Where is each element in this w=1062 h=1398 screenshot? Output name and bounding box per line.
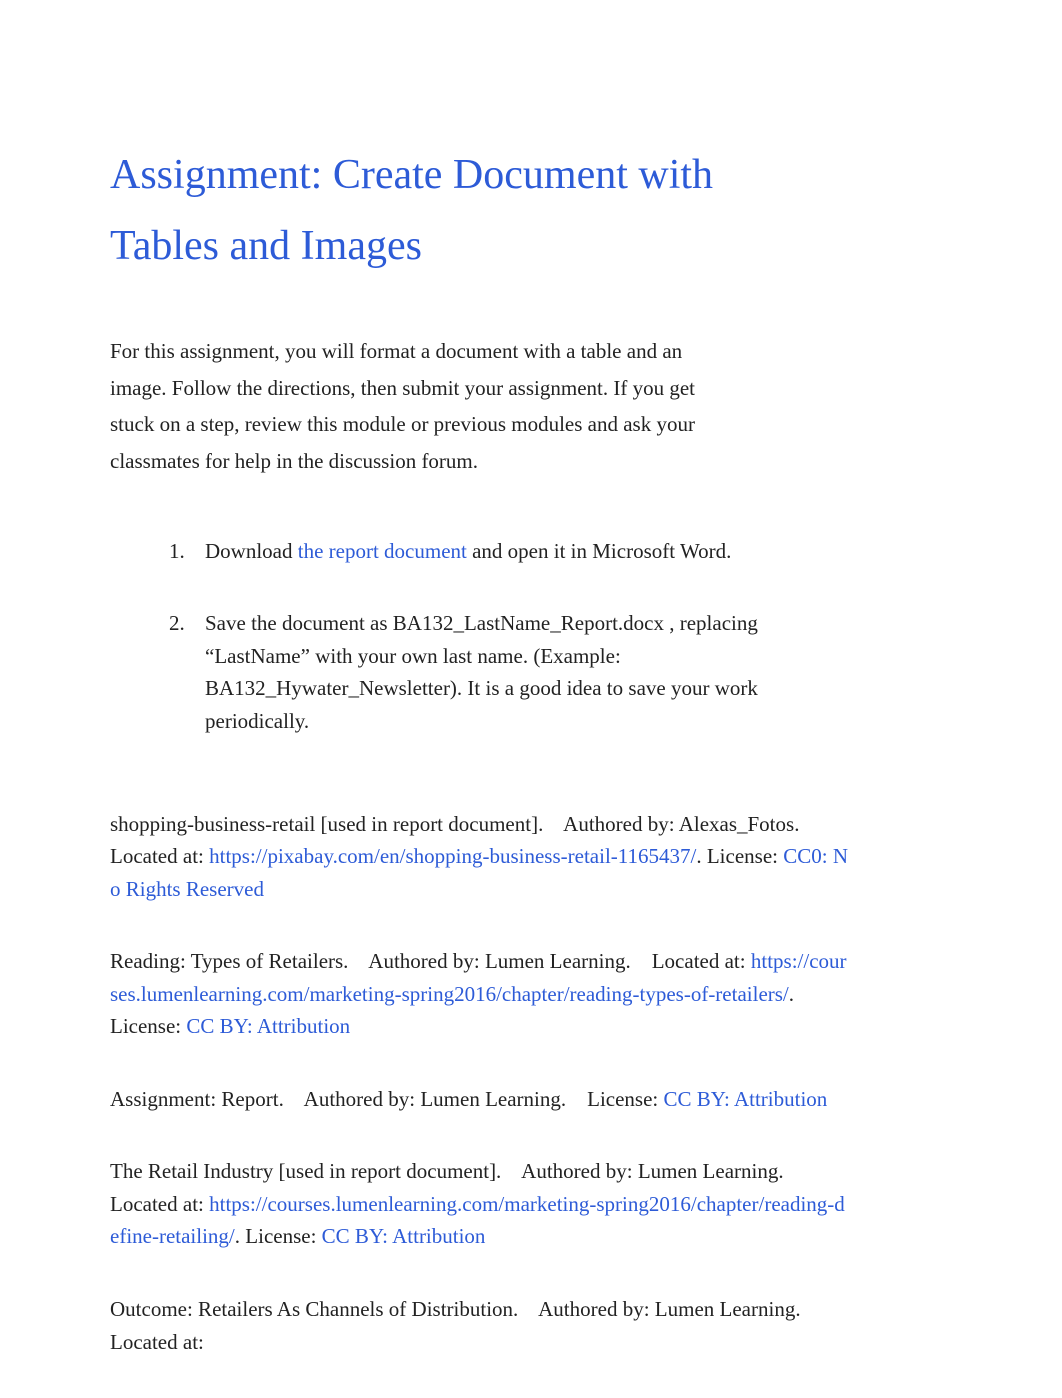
ref-authored-by-label: Authored by bbox=[563, 812, 669, 836]
sep: : bbox=[175, 1014, 186, 1038]
sep: : bbox=[772, 844, 783, 868]
instructions-list: Download the report document and open it… bbox=[170, 535, 952, 738]
reference-item: shopping-business-retail [used in report… bbox=[110, 808, 850, 906]
ref-authored-by-label: Authored by bbox=[304, 1087, 410, 1111]
sep: : bbox=[669, 812, 679, 836]
spacer bbox=[507, 1159, 518, 1183]
sep: : bbox=[474, 949, 485, 973]
report-document-link[interactable]: the report document bbox=[298, 539, 467, 563]
step-2-filename: BA132_LastName_Report.docx bbox=[393, 611, 664, 635]
sep: : bbox=[311, 1224, 322, 1248]
ref-license-link[interactable]: CC BY: Attribution bbox=[664, 1087, 828, 1111]
ref-located-at-label: Located at bbox=[652, 949, 740, 973]
ref-license-link[interactable]: CC BY: Attribution bbox=[186, 1014, 350, 1038]
sep: : bbox=[198, 844, 209, 868]
ref-authored-by-label: Authored by bbox=[538, 1297, 644, 1321]
ref-author: Lumen Learning. bbox=[420, 1087, 566, 1111]
spacer bbox=[549, 812, 560, 836]
ref-location-link[interactable]: https://pixabay.com/en/shopping-business… bbox=[209, 844, 696, 868]
step-2: Save the document as BA132_LastName_Repo… bbox=[190, 607, 785, 737]
ref-name: Reading: Types of Retailers. bbox=[110, 949, 348, 973]
reference-item: Reading: Types of Retailers. Authored by… bbox=[110, 945, 850, 1043]
page-title: Assignment: Create Document with Tables … bbox=[110, 140, 810, 283]
sep: . bbox=[235, 1224, 246, 1248]
step-2-text-before: Save the document as bbox=[205, 611, 393, 635]
spacer bbox=[636, 949, 647, 973]
ref-name: Outcome: Retailers As Channels of Distri… bbox=[110, 1297, 518, 1321]
ref-authored-by-label: Authored by bbox=[368, 949, 474, 973]
sep: : bbox=[198, 1330, 204, 1354]
spacer bbox=[289, 1087, 300, 1111]
spacer bbox=[571, 1087, 582, 1111]
step-1-text-before: Download bbox=[205, 539, 298, 563]
spacer bbox=[354, 949, 365, 973]
reference-item: Assignment: Report. Authored by: Lumen L… bbox=[110, 1083, 850, 1116]
sep: : bbox=[740, 949, 751, 973]
ref-author: Lumen Learning. bbox=[485, 949, 631, 973]
ref-license-link[interactable]: CC BY: Attribution bbox=[322, 1224, 486, 1248]
ref-name: shopping-business-retail [used in report… bbox=[110, 812, 543, 836]
sep: : bbox=[652, 1087, 663, 1111]
intro-paragraph: For this assignment, you will format a d… bbox=[110, 333, 720, 480]
ref-license-label: License bbox=[110, 1014, 175, 1038]
step-1: Download the report document and open it… bbox=[190, 535, 785, 568]
ref-author: Lumen Learning. bbox=[638, 1159, 784, 1183]
ref-authored-by-label: Authored by bbox=[521, 1159, 627, 1183]
ref-author: Alexas_Fotos. bbox=[679, 812, 800, 836]
sep: . bbox=[789, 982, 794, 1006]
reference-item: Outcome: Retailers As Channels of Distri… bbox=[110, 1293, 850, 1358]
ref-located-at-label: Located at bbox=[110, 1192, 198, 1216]
step-1-text-after: and open it in Microsoft Word. bbox=[472, 539, 731, 563]
ref-license-label: License bbox=[245, 1224, 310, 1248]
ref-located-at-label: Located at bbox=[110, 844, 198, 868]
sep: : bbox=[198, 1192, 204, 1216]
document-page: Assignment: Create Document with Tables … bbox=[0, 0, 1062, 1358]
reference-item: The Retail Industry [used in report docu… bbox=[110, 1155, 850, 1253]
ref-located-at-label: Located at bbox=[110, 1330, 198, 1354]
ref-name: Assignment: Report. bbox=[110, 1087, 284, 1111]
ref-author: Lumen Learning. bbox=[655, 1297, 801, 1321]
ref-name: The Retail Industry [used in report docu… bbox=[110, 1159, 501, 1183]
sep: . bbox=[696, 844, 707, 868]
sep: : bbox=[644, 1297, 655, 1321]
sep: : bbox=[409, 1087, 420, 1111]
ref-license-label: License bbox=[587, 1087, 652, 1111]
ref-license-label: License bbox=[707, 844, 772, 868]
spacer bbox=[524, 1297, 535, 1321]
spacer bbox=[789, 1159, 800, 1183]
sep: : bbox=[627, 1159, 638, 1183]
